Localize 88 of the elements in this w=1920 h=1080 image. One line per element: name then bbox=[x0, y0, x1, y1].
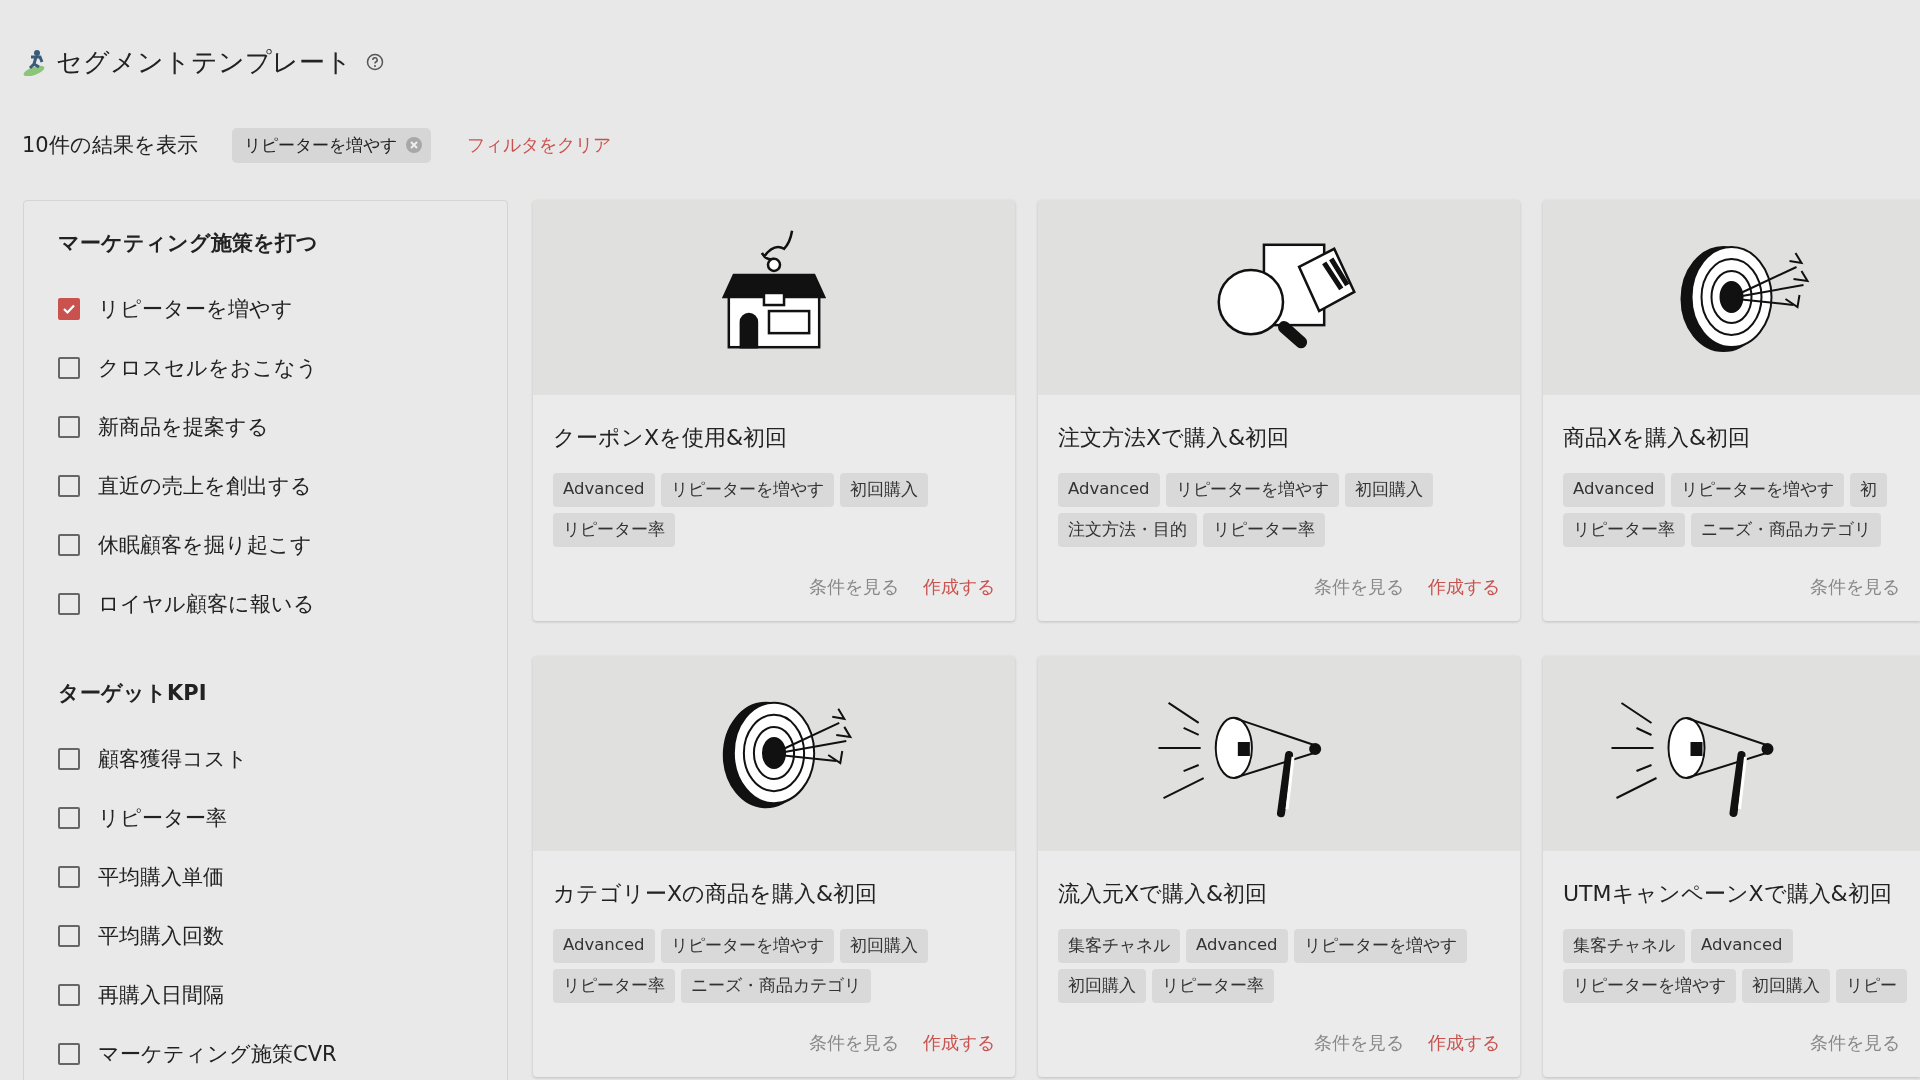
filter-option[interactable]: リピーターを増やす bbox=[58, 279, 507, 338]
target-arrows-icon bbox=[722, 701, 853, 809]
create-link[interactable]: 作成する bbox=[923, 575, 995, 599]
option-label: 平均購入回数 bbox=[98, 922, 224, 950]
checkbox[interactable] bbox=[58, 747, 80, 770]
filter-option[interactable]: 顧客獲得コスト bbox=[58, 729, 507, 788]
tag: ニーズ・商品カテゴリ bbox=[681, 969, 871, 1003]
option-label: リピーターを増やす bbox=[98, 295, 293, 323]
card-title: 商品Xを購入&初回 bbox=[1563, 424, 1752, 452]
option-label: ロイヤル顧客に報いる bbox=[98, 590, 315, 618]
tag: リピーター率 bbox=[1203, 513, 1325, 547]
filter-option[interactable]: 平均購入回数 bbox=[58, 906, 507, 965]
tag: リピー bbox=[1836, 969, 1907, 1003]
card-title: カテゴリーXの商品を購入&初回 bbox=[553, 880, 879, 908]
tag: Advanced bbox=[553, 929, 655, 963]
tag: リピーターを増やす bbox=[1293, 929, 1467, 963]
target-arrows-icon bbox=[1680, 246, 1810, 352]
magnifier-boxes-icon bbox=[1217, 243, 1356, 349]
filter-option[interactable]: 平均購入単価 bbox=[58, 847, 507, 906]
clear-filter-link[interactable]: フィルタをクリア bbox=[466, 133, 611, 157]
checkbox[interactable] bbox=[58, 415, 80, 438]
filter-option[interactable]: 新商品を提案する bbox=[58, 397, 507, 456]
tag: 初回購入 bbox=[1344, 473, 1433, 507]
option-label: 再購入日間隔 bbox=[98, 981, 224, 1009]
tag: リピーター率 bbox=[1563, 513, 1685, 547]
help-icon[interactable] bbox=[366, 53, 384, 71]
shop-icon bbox=[721, 229, 827, 349]
checkbox[interactable] bbox=[58, 865, 80, 888]
card-title: 流入元Xで購入&初回 bbox=[1058, 880, 1269, 908]
tag: リピーターを増やす bbox=[1165, 473, 1339, 507]
tag: Advanced bbox=[553, 473, 655, 507]
tag: リピーターを増やす bbox=[660, 929, 834, 963]
filter-option[interactable]: ロイヤル顧客に報いる bbox=[58, 574, 507, 633]
card-title: UTMキャンペーンXで購入&初回 bbox=[1563, 880, 1893, 908]
megaphone-icon bbox=[1610, 702, 1774, 817]
create-link[interactable]: 作成する bbox=[923, 1031, 995, 1055]
checkbox[interactable] bbox=[58, 533, 80, 556]
checkbox[interactable] bbox=[58, 1042, 80, 1065]
tag: 集客チャネル bbox=[1563, 929, 1685, 963]
tag: Advanced bbox=[1058, 473, 1160, 507]
page-title: セグメントテンプレート bbox=[56, 45, 352, 79]
checkbox[interactable] bbox=[58, 592, 80, 615]
tag: 初回購入 bbox=[839, 929, 928, 963]
option-label: マーケティング施策CVR bbox=[98, 1040, 337, 1068]
filter-option[interactable]: マーケティング施策CVR bbox=[58, 1024, 507, 1080]
tag: ニーズ・商品カテゴリ bbox=[1691, 513, 1881, 547]
filter-option[interactable]: 直近の売上を創出する bbox=[58, 456, 507, 515]
tag: リピーター率 bbox=[553, 513, 675, 547]
option-label: 新商品を提案する bbox=[98, 413, 269, 441]
result-count: 10件の結果を表示 bbox=[22, 132, 198, 159]
option-label: 直近の売上を創出する bbox=[98, 472, 312, 500]
checkbox[interactable] bbox=[58, 356, 80, 379]
checkbox[interactable] bbox=[58, 924, 80, 947]
tag: Advanced bbox=[1691, 929, 1793, 963]
tag: リピーターを増やす bbox=[660, 473, 834, 507]
tag: 初回購入 bbox=[1742, 969, 1830, 1003]
tag: リピーターを増やす bbox=[1670, 473, 1844, 507]
tag: 初回購入 bbox=[839, 473, 928, 507]
checkbox[interactable] bbox=[58, 806, 80, 829]
filter-option[interactable]: リピーター率 bbox=[58, 788, 507, 847]
tag: Advanced bbox=[1563, 473, 1665, 507]
filter-option[interactable]: クロスセルをおこなう bbox=[58, 338, 507, 397]
tag: 初回購入 bbox=[1058, 969, 1146, 1003]
group-heading: ターゲットKPI bbox=[58, 680, 208, 707]
option-label: 平均購入単価 bbox=[98, 863, 224, 891]
create-link[interactable]: 作成する bbox=[1428, 575, 1500, 599]
checkbox[interactable] bbox=[58, 297, 80, 320]
checkbox[interactable] bbox=[58, 474, 80, 497]
checkbox[interactable] bbox=[58, 983, 80, 1006]
megaphone-icon bbox=[1157, 701, 1322, 818]
filter-option[interactable]: 休眠顧客を掘り起こす bbox=[58, 515, 507, 574]
tag: リピーターを増やす bbox=[1563, 969, 1736, 1003]
card-title: 注文方法Xで購入&初回 bbox=[1058, 424, 1291, 452]
group-heading: マーケティング施策を打つ bbox=[58, 230, 319, 257]
tag: 初 bbox=[1849, 473, 1887, 507]
filter-chip[interactable]: リピーターを増やす bbox=[231, 127, 431, 163]
tag: リピーター率 bbox=[1152, 969, 1274, 1003]
option-label: 顧客獲得コスト bbox=[98, 745, 248, 773]
card-title: クーポンXを使用&初回 bbox=[553, 424, 789, 452]
option-label: リピーター率 bbox=[98, 804, 227, 832]
option-label: 休眠顧客を掘り起こす bbox=[98, 531, 312, 559]
tag: リピーター率 bbox=[553, 969, 675, 1003]
tag: Advanced bbox=[1186, 929, 1288, 963]
tag: 注文方法・目的 bbox=[1058, 513, 1197, 547]
tag: 集客チャネル bbox=[1058, 929, 1180, 963]
filter-option[interactable]: 再購入日間隔 bbox=[58, 965, 507, 1024]
option-label: クロスセルをおこなう bbox=[98, 354, 318, 382]
create-link[interactable]: 作成する bbox=[1428, 1031, 1500, 1055]
